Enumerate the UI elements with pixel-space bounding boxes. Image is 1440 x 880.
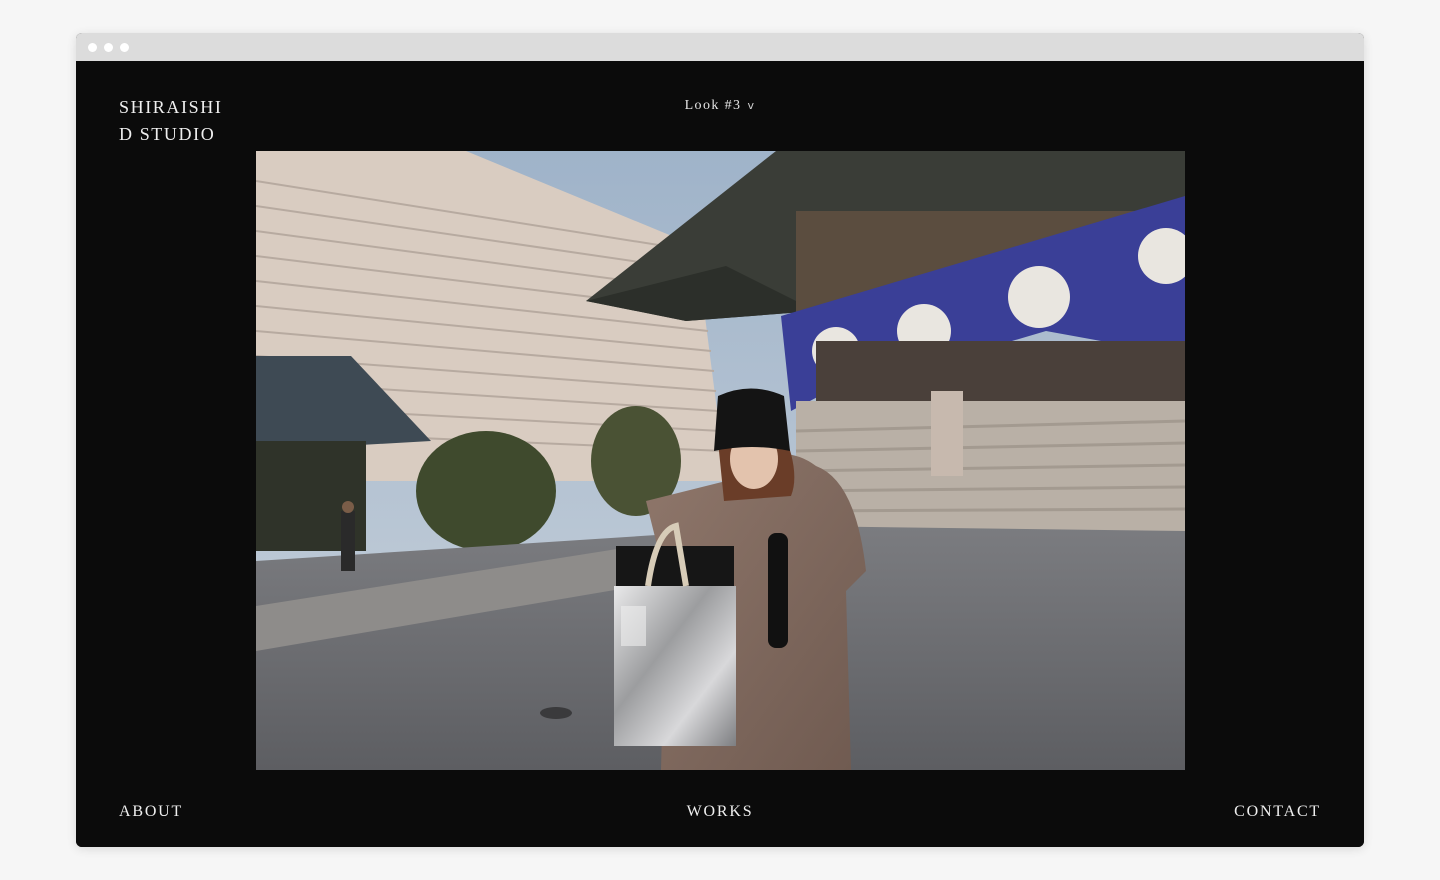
page: SHIRAISHI D STUDIO Look #3 v ABOUT WORKS… <box>76 61 1364 847</box>
window-control-dot[interactable] <box>120 43 129 52</box>
nav-works-link[interactable]: WORKS <box>76 803 1364 821</box>
nav-contact-link[interactable]: CONTACT <box>1234 803 1321 821</box>
window-control-dot[interactable] <box>104 43 113 52</box>
look-selector[interactable]: Look #3 v <box>76 98 1364 114</box>
chevron-down-icon: v <box>747 99 756 112</box>
window-control-dot[interactable] <box>88 43 97 52</box>
browser-window: SHIRAISHI D STUDIO Look #3 v ABOUT WORKS… <box>76 33 1364 847</box>
look-label: Look #3 <box>684 98 742 113</box>
look-photo <box>256 151 1185 770</box>
logo-line-2: D STUDIO <box>119 124 216 144</box>
photo-icon <box>256 151 1185 770</box>
window-titlebar <box>76 33 1364 61</box>
